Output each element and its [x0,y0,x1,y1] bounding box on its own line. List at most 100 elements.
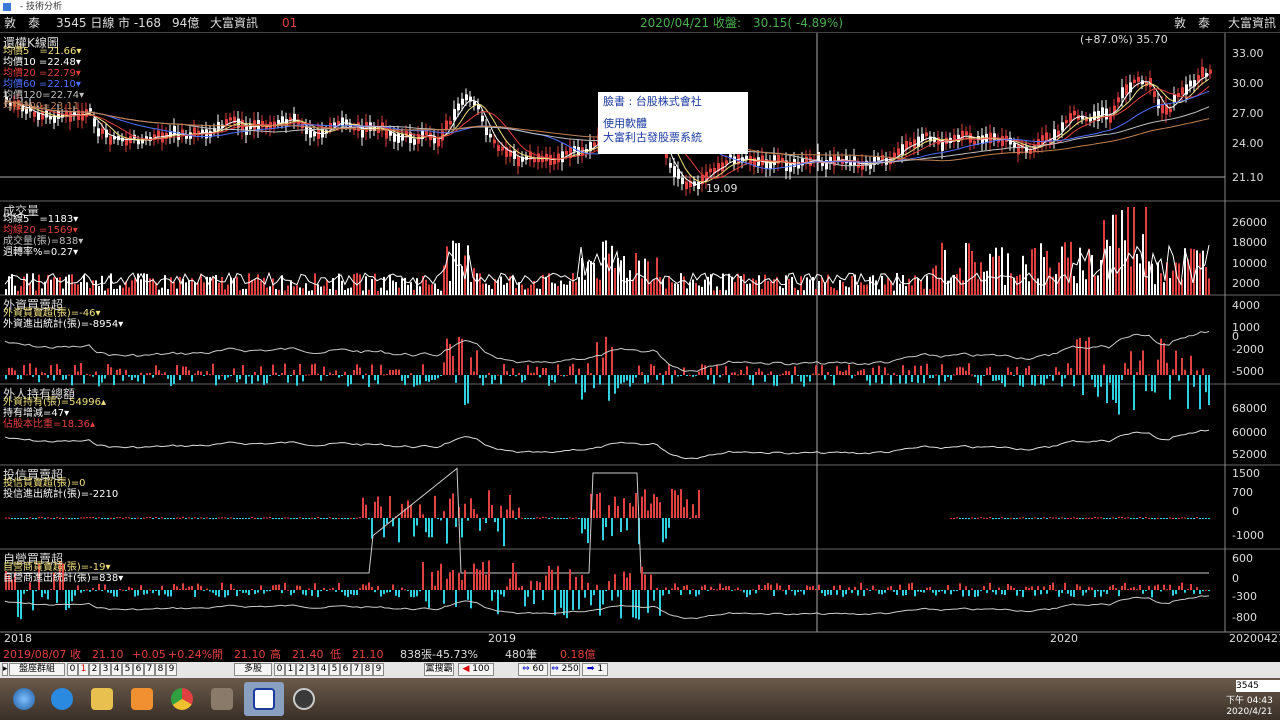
volume-bar [1112,214,1114,295]
taskbar-app-1[interactable] [202,682,242,716]
group-num-button-2[interactable]: 2 [89,663,100,676]
trust-bar [1133,518,1135,519]
foreign-bar [167,375,169,379]
trust-bar [983,517,985,519]
technical-chart[interactable]: 還權K線圖 均價5 =21.66▾ 均價10 =22.48▾ 均價20 =22.79… [0,33,1280,648]
group-button[interactable]: 盤座群組 [9,663,65,676]
taskbar-app-2[interactable] [284,682,324,716]
volume-bar [491,288,493,295]
foreign-bar [1169,375,1171,400]
zoom-value-b: 60 [532,664,544,674]
multi-stock-button[interactable]: 多股 [234,663,272,676]
multi-num-button-8[interactable]: 8 [362,663,373,676]
multi-num-button-3[interactable]: 3 [307,663,318,676]
volume-bar [839,279,841,295]
foreign-bar [1085,340,1087,375]
volume-bar [680,273,682,295]
price-candle [517,155,520,167]
dealer-bar [1028,588,1030,590]
volume-bar [1145,207,1147,295]
multi-num-button-1[interactable]: 1 [285,663,296,676]
foreign-bar [413,375,415,387]
zoom-value-d: 1 [597,664,604,674]
foreign-bar [947,375,949,378]
group-num-button-7[interactable]: 7 [144,663,155,676]
trust-bar [62,518,64,519]
multi-num-button-4[interactable]: 4 [318,663,329,676]
multi-num-button-9[interactable]: 9 [373,663,384,676]
foreign-ytick: -2000 [1232,343,1264,356]
group-num-button-5[interactable]: 5 [122,663,133,676]
group-num-button-3[interactable]: 3 [100,663,111,676]
trust-bar [1127,517,1129,519]
trust-bar [68,518,70,519]
foreign-bar [1022,375,1024,387]
stock-name[interactable]: 敦 泰 [4,14,40,32]
dealer-bar [698,590,700,595]
volume-bar [401,278,403,295]
volume-ytick: 26000 [1232,216,1267,229]
foreign-bar [884,367,886,375]
trust-bar [554,518,556,519]
stock-code-period[interactable]: 3545 日線 [56,14,114,32]
dealer-bar [548,565,550,590]
dealer-legend-item: 自營商買賣超(張)=-19▾ [3,562,111,573]
taskbar-ie[interactable] [42,682,82,716]
volume-bar [389,274,391,295]
multi-num-button-2[interactable]: 2 [296,663,307,676]
trust-bar [530,518,532,519]
group-num-button-9[interactable]: 9 [166,663,177,676]
foreign-bar [353,369,355,375]
dealer-bar [56,590,58,603]
foreign-bar [902,365,904,375]
dealer-bar [935,590,937,596]
group-num-button-0[interactable]: 0 [67,663,78,676]
trust-bar [605,518,607,527]
trust-bar [608,505,610,518]
dealer-bar [887,587,889,590]
taskbar-media[interactable] [122,682,162,716]
multi-num-button-7[interactable]: 7 [351,663,362,676]
dealer-bar [41,590,43,598]
foreign-bar [1049,375,1051,376]
taskbar-clock[interactable]: 下午 04:43 2020/4/21 [1226,696,1273,718]
multi-num-button-5[interactable]: 5 [329,663,340,676]
zoom-button-c[interactable]: ⇔ 250 [550,663,580,676]
trust-bar [968,518,970,520]
multi-num-button-6[interactable]: 6 [340,663,351,676]
multi-num-button-0[interactable]: 0 [274,663,285,676]
xaxis-label-2020: 2020 [1050,632,1078,645]
zoom-button-a[interactable]: ◀ 100 [458,663,494,676]
price-candle [1133,79,1136,83]
volume-bar [20,286,22,295]
group-num-button-8[interactable]: 8 [155,663,166,676]
foreign-bar [887,373,889,375]
tray-stock-input[interactable]: 3545 [1236,680,1280,692]
dealer-bar [728,585,730,590]
foreign-bar [188,370,190,375]
volume-bar [488,285,490,295]
taskbar-stock-app[interactable] [244,682,284,716]
trust-bar [500,505,502,518]
zoom-button-b[interactable]: ⇔ 60 [518,663,548,676]
dealer-bar [185,588,187,590]
toolbar-arrow-icon[interactable]: ▸ [2,663,8,676]
group-num-button-4[interactable]: 4 [111,663,122,676]
group-num-button-6[interactable]: 6 [133,663,144,676]
volume-bar [593,263,595,295]
taskbar-chrome[interactable] [162,682,202,716]
start-button[interactable] [4,682,44,716]
foreign-bar [1136,372,1138,375]
zoom-button-d[interactable]: ➡ 1 [582,663,608,676]
trust-bar [212,518,214,520]
dealer-bar [959,583,961,590]
taskbar-explorer[interactable] [82,682,122,716]
trust-bar [1145,517,1147,519]
compare-button[interactable]: 黨搜霸 [424,663,454,676]
volume-bar [431,284,433,295]
group-num-button-1[interactable]: 1 [78,663,89,676]
trust-bar [1175,518,1177,519]
holding-ytick: 52000 [1232,448,1267,461]
foreign-bar [1076,339,1078,375]
trust-bar [122,517,124,519]
